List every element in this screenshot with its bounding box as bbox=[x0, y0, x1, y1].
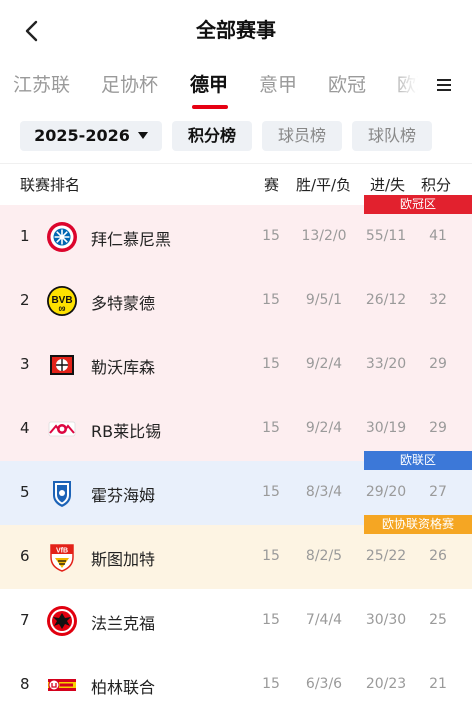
header-rank: 联赛排名 bbox=[20, 176, 81, 194]
player-table-button[interactable]: 球员榜 bbox=[262, 121, 342, 151]
points: 21 bbox=[429, 676, 447, 692]
table-row[interactable]: 欧冠区 1 拜仁慕尼黑 15 13/2/0 55/11 41 bbox=[0, 195, 472, 269]
tab-serie-a[interactable]: 意甲 bbox=[259, 70, 297, 97]
goals-for-against: 30/30 bbox=[365, 612, 407, 628]
played: 15 bbox=[262, 484, 280, 500]
rank: 7 bbox=[20, 611, 30, 629]
table-row[interactable]: 7 法兰克福 15 7/4/4 30/30 25 bbox=[0, 589, 472, 653]
played: 15 bbox=[262, 228, 280, 244]
team-name: RB莱比锡 bbox=[91, 422, 162, 441]
table-row[interactable]: 2 BVB 09 多特蒙德 15 9/5/1 26/12 32 bbox=[0, 269, 472, 333]
tabs-fade bbox=[388, 60, 418, 110]
goals-for-against: 26/12 bbox=[365, 292, 407, 308]
league-tabs: 江苏联 足协杯 德甲 意甲 欧冠 欧联 bbox=[0, 60, 472, 110]
filter-bar: 2025-2026 积分榜 球员榜 球队榜 bbox=[0, 110, 472, 160]
team-name: 柏林联合 bbox=[91, 678, 156, 697]
caret-down-icon bbox=[137, 132, 148, 139]
rb-leipzig-logo-icon bbox=[46, 413, 78, 445]
points-table-button[interactable]: 积分榜 bbox=[172, 121, 252, 151]
played: 15 bbox=[262, 548, 280, 564]
table-row[interactable]: 3 勒沃库森 15 9/2/4 33/20 29 bbox=[0, 333, 472, 397]
header-played: 赛 bbox=[264, 176, 280, 194]
season-label: 2025-2026 bbox=[34, 126, 130, 145]
goals-for-against: 20/23 bbox=[365, 676, 407, 692]
win-draw-loss: 9/5/1 bbox=[305, 292, 343, 308]
goals-for-against: 25/22 bbox=[365, 548, 407, 564]
team-name: 多特蒙德 bbox=[91, 294, 156, 313]
svg-text:BVB: BVB bbox=[51, 295, 72, 306]
win-draw-loss: 9/2/4 bbox=[305, 356, 343, 372]
played: 15 bbox=[262, 356, 280, 372]
union-berlin-logo-icon bbox=[46, 669, 78, 701]
header-goals: 进/失 bbox=[370, 176, 406, 194]
points: 32 bbox=[429, 292, 447, 308]
borussia-dortmund-logo-icon: BVB 09 bbox=[46, 285, 78, 317]
points: 25 bbox=[429, 612, 447, 628]
active-tab-indicator bbox=[192, 105, 228, 109]
zone-tag-uel: 欧联区 bbox=[364, 451, 472, 470]
played: 15 bbox=[262, 420, 280, 436]
team-name: 拜仁慕尼黑 bbox=[91, 230, 172, 249]
league-tabs-scroller[interactable]: 江苏联 足协杯 德甲 意甲 欧冠 欧联 bbox=[0, 60, 418, 110]
table-row[interactable]: 欧协联资格赛 6 VfB 斯图加特 15 8/2/5 25/22 26 bbox=[0, 515, 472, 589]
played: 15 bbox=[262, 292, 280, 308]
tab-jiangsu-league[interactable]: 江苏联 bbox=[13, 70, 70, 97]
points: 26 bbox=[429, 548, 447, 564]
team-name: 法兰克福 bbox=[91, 614, 156, 633]
points: 29 bbox=[429, 356, 447, 372]
svg-text:VfB: VfB bbox=[56, 548, 68, 555]
rank: 6 bbox=[20, 547, 30, 565]
rank: 5 bbox=[20, 483, 30, 501]
zone-tag-uecl: 欧协联资格赛 bbox=[364, 515, 472, 534]
header-wdl: 胜/平/负 bbox=[296, 176, 352, 194]
rank: 1 bbox=[20, 227, 30, 245]
table-row[interactable]: 8 柏林联合 15 6/3/6 20/23 21 bbox=[0, 653, 472, 717]
tab-fa-cup[interactable]: 足协杯 bbox=[101, 70, 158, 97]
team-table-button[interactable]: 球队榜 bbox=[352, 121, 432, 151]
bayer-leverkusen-logo-icon bbox=[46, 349, 78, 381]
played: 15 bbox=[262, 676, 280, 692]
rank: 3 bbox=[20, 355, 30, 373]
goals-for-against: 29/20 bbox=[365, 484, 407, 500]
tab-bundesliga[interactable]: 德甲 bbox=[190, 70, 228, 97]
season-dropdown[interactable]: 2025-2026 bbox=[20, 121, 162, 151]
points: 41 bbox=[429, 228, 447, 244]
win-draw-loss: 6/3/6 bbox=[305, 676, 343, 692]
hoffenheim-logo-icon bbox=[46, 477, 78, 509]
eintracht-frankfurt-logo-icon bbox=[46, 605, 78, 637]
win-draw-loss: 8/3/4 bbox=[305, 484, 343, 500]
vfb-stuttgart-logo-icon: VfB bbox=[46, 541, 78, 573]
points: 27 bbox=[429, 484, 447, 500]
header-points: 积分 bbox=[421, 176, 452, 194]
win-draw-loss: 9/2/4 bbox=[305, 420, 343, 436]
team-name: 勒沃库森 bbox=[91, 358, 156, 377]
win-draw-loss: 7/4/4 bbox=[305, 612, 343, 628]
rank: 4 bbox=[20, 419, 30, 437]
points: 29 bbox=[429, 420, 447, 436]
bayern-munich-logo-icon bbox=[46, 221, 78, 253]
rank: 8 bbox=[20, 675, 30, 693]
zone-tag-ucl: 欧冠区 bbox=[364, 195, 472, 214]
goals-for-against: 33/20 bbox=[365, 356, 407, 372]
goals-for-against: 55/11 bbox=[365, 228, 407, 244]
rank: 2 bbox=[20, 291, 30, 309]
win-draw-loss: 8/2/5 bbox=[305, 548, 343, 564]
menu-icon[interactable] bbox=[432, 73, 456, 97]
team-name: 霍芬海姆 bbox=[91, 486, 156, 505]
tab-champions-league[interactable]: 欧冠 bbox=[328, 70, 366, 97]
goals-for-against: 30/19 bbox=[365, 420, 407, 436]
page-title: 全部赛事 bbox=[196, 18, 276, 42]
team-name: 斯图加特 bbox=[91, 550, 156, 569]
played: 15 bbox=[262, 612, 280, 628]
win-draw-loss: 13/2/0 bbox=[301, 228, 347, 244]
svg-text:09: 09 bbox=[59, 307, 66, 313]
top-bar: 全部赛事 bbox=[0, 0, 472, 60]
